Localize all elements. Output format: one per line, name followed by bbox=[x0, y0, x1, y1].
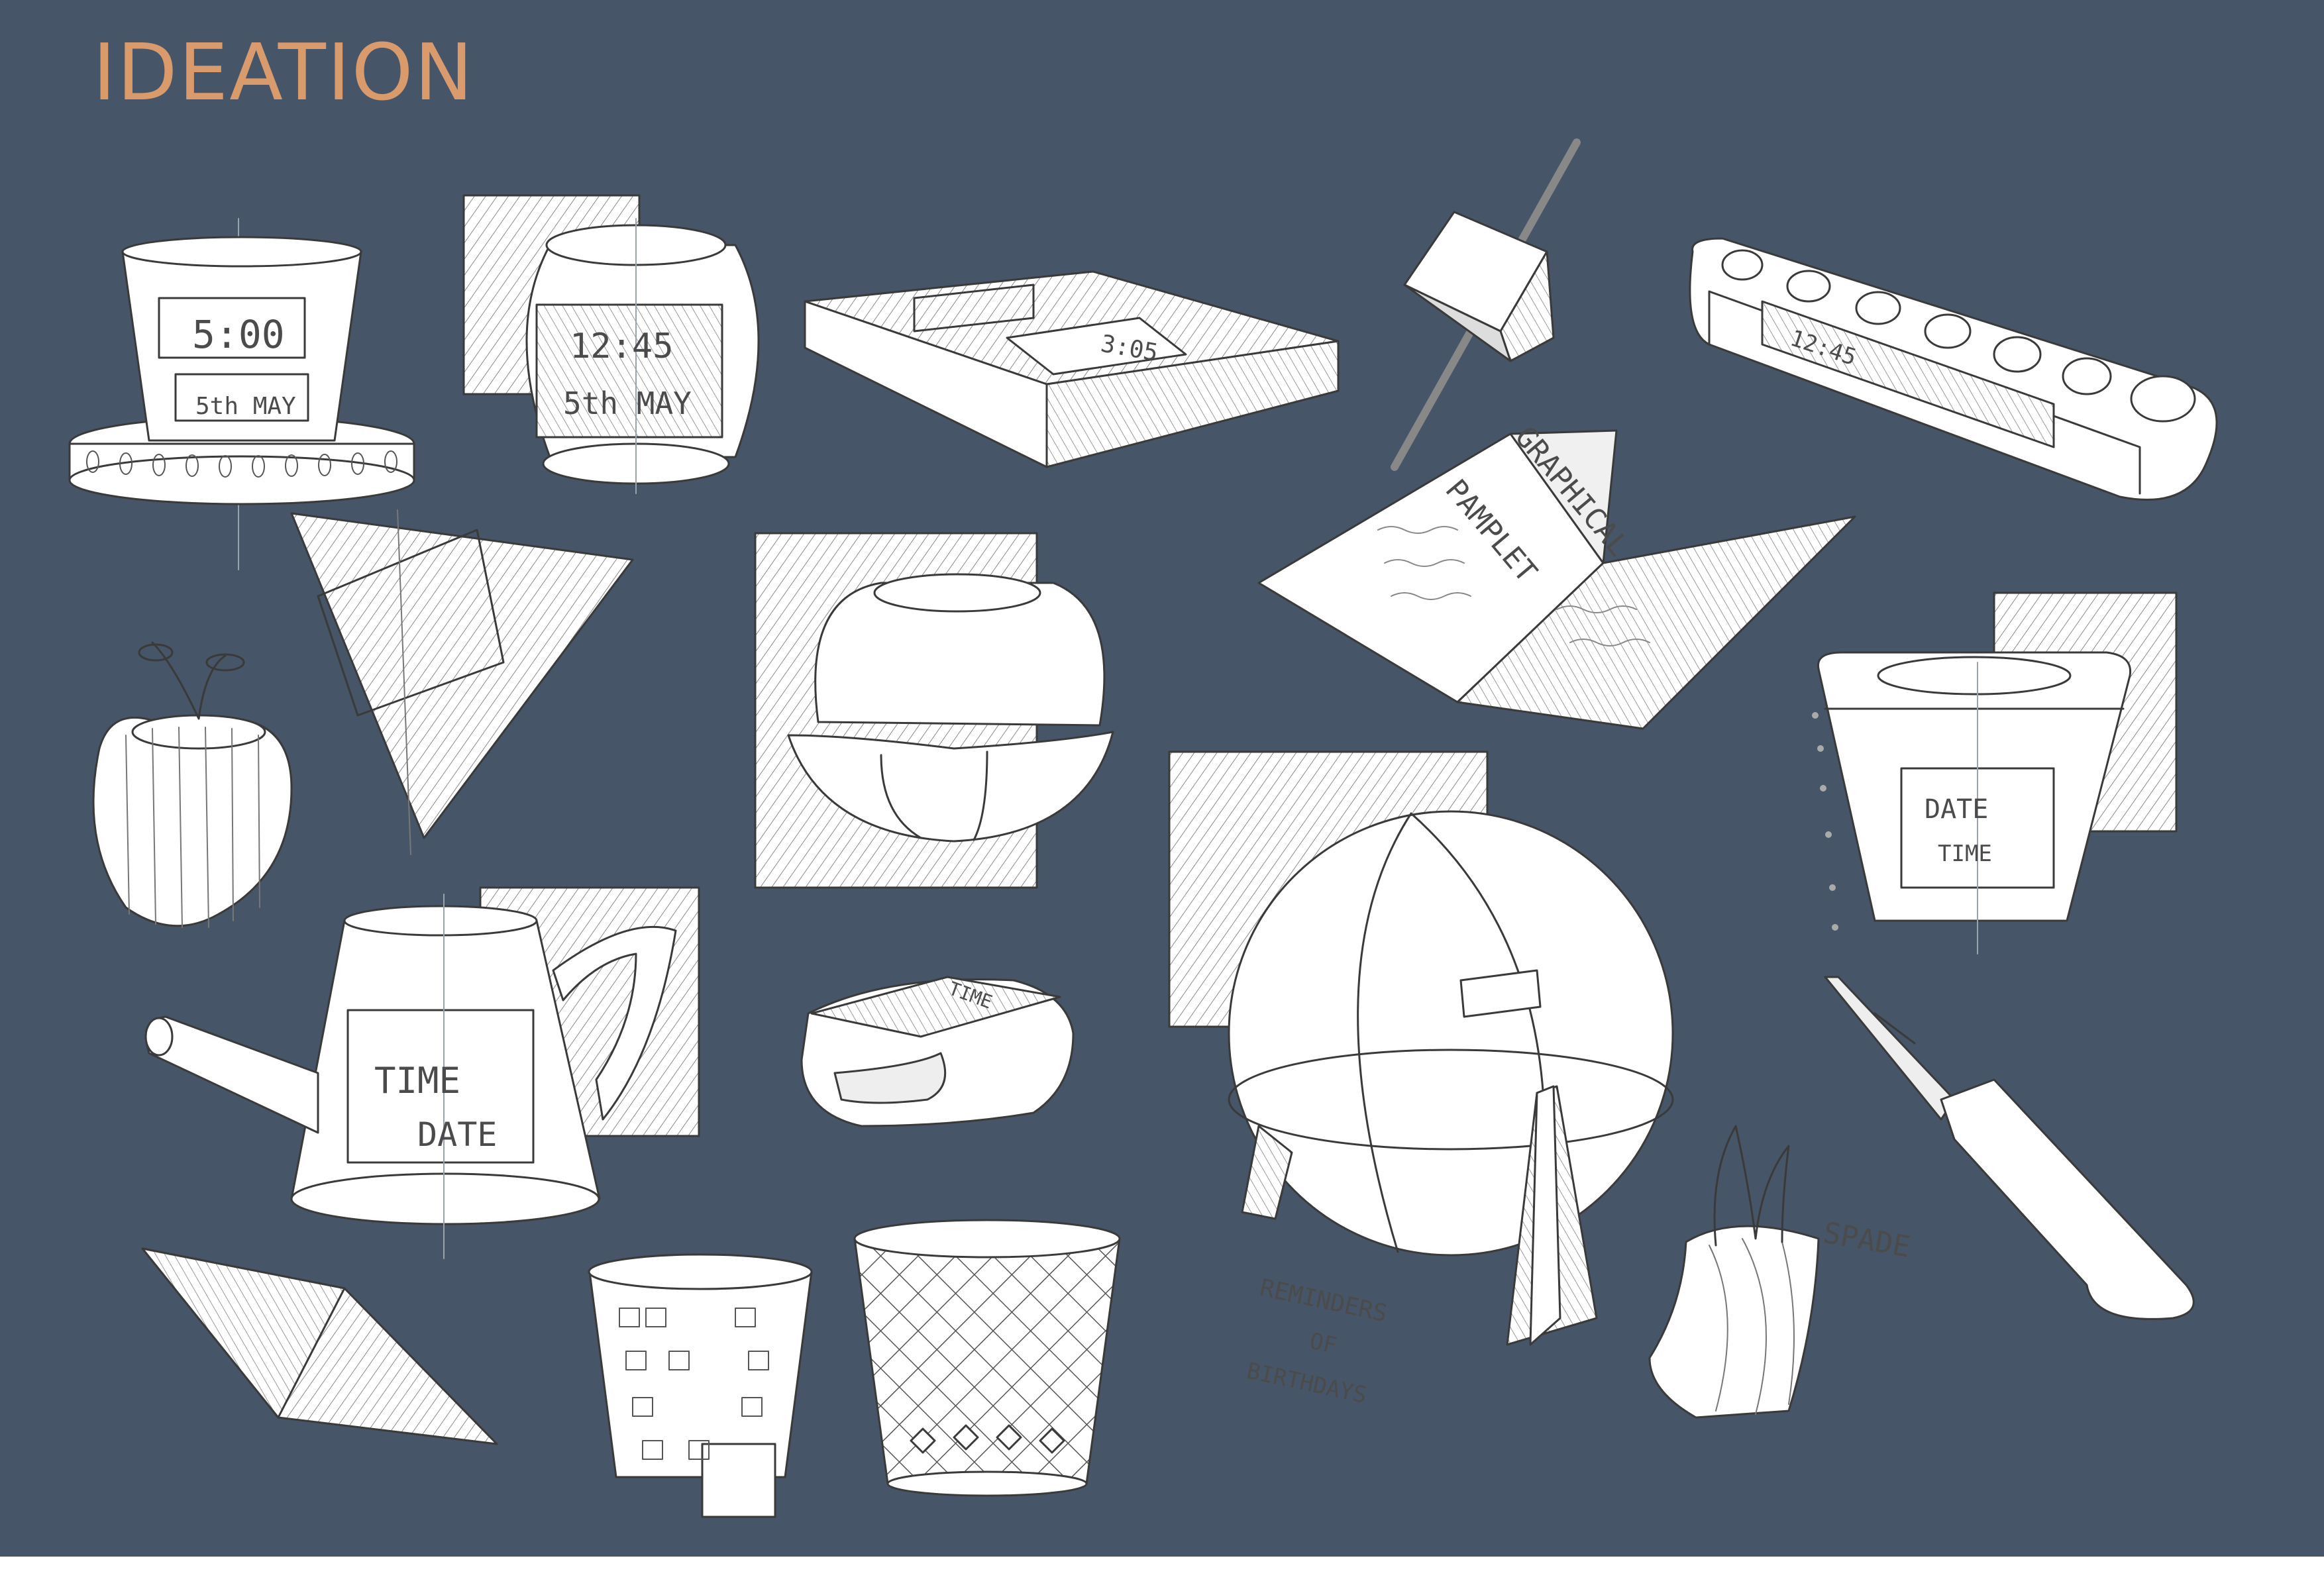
sketch-tray-box bbox=[804, 270, 1340, 468]
sketch-band-clock bbox=[800, 976, 1075, 1127]
planter-time-label: TIME bbox=[1938, 841, 1992, 867]
ideation-board: IDEATION 5:00 5th MAY 12:45 5th MAY 3:05… bbox=[0, 0, 2324, 1557]
globe-note-line-2: OF bbox=[1307, 1328, 1339, 1360]
sketch-apple-planter bbox=[92, 641, 293, 928]
sketch-bar-organizer bbox=[1689, 237, 2218, 501]
sketch-spade bbox=[1824, 976, 2195, 1320]
globe-note-line-3: BIRTHDAYS bbox=[1244, 1358, 1369, 1409]
sketch-stick-cube bbox=[1391, 138, 1581, 471]
sketch-canvas: 5:00 5th MAY 12:45 5th MAY 3:05 12:45 GR… bbox=[68, 138, 2218, 1518]
pitcher-date-label: DATE bbox=[417, 1115, 497, 1154]
sketch-faceted-shard bbox=[290, 509, 634, 855]
sketch-folded-kite bbox=[141, 1247, 498, 1445]
mug-date-label: 5th MAY bbox=[563, 386, 692, 421]
sketch-lattice-basket bbox=[853, 1219, 1121, 1497]
mug-time-label: 12:45 bbox=[570, 327, 674, 366]
pot1-date-label: 5th MAY bbox=[195, 393, 296, 420]
sketch-flower-planter bbox=[1812, 592, 2178, 954]
pitcher-time-label: TIME bbox=[374, 1060, 460, 1102]
sketch-split-sphere bbox=[754, 532, 1114, 889]
globe-note-line-1: REMINDERS bbox=[1257, 1274, 1389, 1328]
sketch-globe bbox=[1168, 750, 1674, 1346]
planter-date-label: DATE bbox=[1925, 794, 1988, 825]
sketch-window-tumbler bbox=[588, 1253, 813, 1518]
pot1-time-label: 5:00 bbox=[192, 312, 285, 357]
spade-label: SPADE bbox=[1821, 1216, 1913, 1264]
sketch-twisted-vase bbox=[1648, 1125, 1820, 1419]
